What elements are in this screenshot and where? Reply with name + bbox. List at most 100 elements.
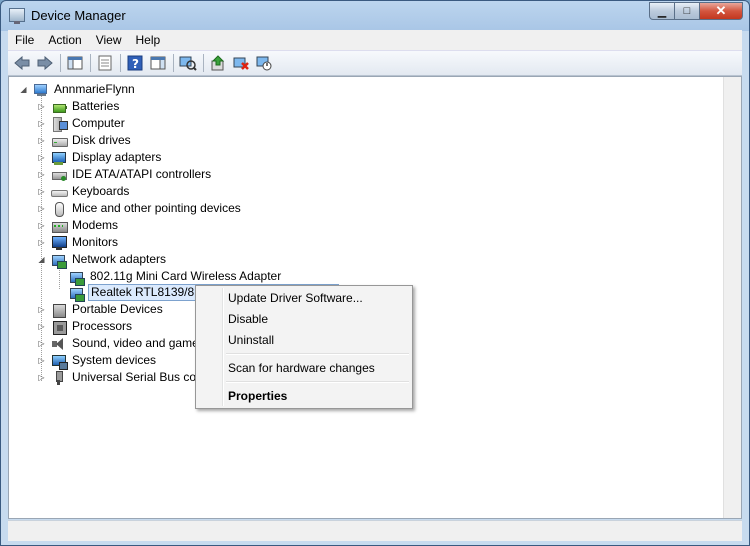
scan-hardware-button[interactable]	[178, 54, 198, 72]
menu-bar: File Action View Help	[8, 30, 742, 51]
tree-item-label: Computer	[72, 116, 125, 130]
close-button[interactable]: ✕	[700, 2, 743, 20]
system-device-icon	[51, 353, 68, 370]
expand-arrow-icon[interactable]: ▷	[37, 102, 46, 111]
menu-action[interactable]: Action	[41, 33, 88, 47]
toolbar: ?	[8, 51, 742, 76]
portable-device-icon	[51, 302, 67, 318]
usb-icon	[51, 370, 67, 386]
toolbar-separator	[120, 54, 121, 72]
tree-category[interactable]: ▷ Processors	[37, 318, 134, 335]
tree-item-label: Modems	[72, 218, 119, 232]
expand-arrow-icon[interactable]: ▷	[37, 204, 46, 213]
tree-category[interactable]: ▷ Modems	[37, 217, 120, 234]
tree-item-label: Monitors	[72, 235, 119, 249]
expand-arrow-icon[interactable]: ▷	[37, 170, 46, 179]
disable-menu-item[interactable]: Disable	[228, 309, 268, 329]
tree-category[interactable]: ▷ Keyboards	[37, 183, 131, 200]
tree-connector-line	[59, 265, 60, 289]
tree-category[interactable]: ▷ System devices	[37, 352, 158, 370]
expand-arrow-icon[interactable]: ▷	[37, 136, 46, 145]
uninstall-menu-item[interactable]: Uninstall	[228, 330, 274, 350]
caption-buttons: ▁ □ ✕	[649, 2, 743, 21]
menu-separator	[226, 353, 409, 355]
tree-category[interactable]: ◢ Network adapters	[37, 251, 168, 269]
tree-category[interactable]: ▷ Sound, video and game c	[37, 335, 210, 352]
show-hide-console-tree-icon	[67, 56, 83, 70]
scan-hardware-icon	[179, 56, 197, 71]
tree-category[interactable]: ▷ Portable Devices	[37, 301, 165, 318]
expand-arrow-icon[interactable]: ▷	[37, 373, 46, 382]
mouse-icon	[51, 201, 67, 217]
tree-category[interactable]: ▷ Monitors	[37, 234, 120, 251]
expand-arrow-icon[interactable]: ▷	[37, 221, 46, 230]
collapse-arrow-icon[interactable]: ◢	[19, 85, 28, 94]
tree-device[interactable]: 802.11g Mini Card Wireless Adapter	[69, 268, 283, 286]
toolbar-separator	[203, 54, 204, 72]
menu-help[interactable]: Help	[129, 33, 168, 47]
properties-button[interactable]	[95, 54, 115, 72]
expand-arrow-icon[interactable]: ▷	[37, 322, 46, 331]
tree-category[interactable]: ▷ Computer	[37, 115, 127, 132]
show-action-pane-icon	[150, 56, 166, 70]
tree-category[interactable]: ▷ IDE ATA/ATAPI controllers	[37, 166, 213, 183]
tree-item-label: AnnmarieFlynn	[54, 82, 135, 96]
device-manager-app-icon[interactable]	[9, 8, 25, 24]
window-title: Device Manager	[31, 8, 126, 23]
maximize-button[interactable]: □	[675, 2, 700, 20]
tree-item-label: 802.11g Mini Card Wireless Adapter	[90, 269, 282, 283]
context-menu: Update Driver Software... Disable Uninst…	[195, 285, 413, 409]
update-driver-icon	[211, 55, 225, 71]
svg-text:?: ?	[132, 57, 139, 71]
uninstall-button[interactable]	[231, 54, 251, 72]
display-adapter-icon	[51, 150, 67, 166]
forward-button[interactable]	[35, 54, 55, 72]
scan-for-hardware-changes-menu-item[interactable]: Scan for hardware changes	[228, 358, 375, 378]
expand-arrow-icon[interactable]: ▷	[37, 305, 46, 314]
toolbar-separator	[60, 54, 61, 72]
back-arrow-icon	[14, 56, 30, 70]
collapse-arrow-icon[interactable]: ◢	[37, 255, 46, 264]
help-icon: ?	[127, 55, 143, 71]
tree-category[interactable]: ▷ Disk drives	[37, 132, 133, 149]
expand-arrow-icon[interactable]: ▷	[37, 187, 46, 196]
menu-file[interactable]: File	[8, 33, 41, 47]
tree-category[interactable]: ▷ Universal Serial Bus contro	[37, 369, 219, 386]
disable-device-button[interactable]	[254, 54, 274, 72]
forward-arrow-icon	[37, 56, 53, 70]
monitor-icon	[51, 235, 67, 251]
update-driver-software-menu-item[interactable]: Update Driver Software...	[228, 288, 363, 308]
network-adapter-icon	[69, 285, 85, 302]
show-action-pane-button[interactable]	[148, 54, 168, 72]
tree-item-label: Network adapters	[72, 252, 167, 266]
vertical-scrollbar[interactable]	[723, 77, 741, 518]
minimize-button[interactable]: ▁	[649, 2, 675, 20]
tree-category[interactable]: ▷ Mice and other pointing devices	[37, 200, 243, 217]
update-driver-button[interactable]	[208, 54, 228, 72]
maximize-icon: □	[683, 5, 691, 17]
expand-arrow-icon[interactable]: ▷	[37, 356, 46, 365]
disk-drive-icon	[51, 133, 68, 149]
title-bar[interactable]: Device Manager ▁ □ ✕	[1, 1, 749, 30]
tree-item-label: Display adapters	[72, 150, 162, 164]
menu-view[interactable]: View	[89, 33, 129, 47]
close-icon: ✕	[715, 3, 727, 18]
tree-item-label: Keyboards	[72, 184, 130, 198]
expand-arrow-icon[interactable]: ▷	[37, 339, 46, 348]
modem-icon	[51, 218, 68, 234]
back-button[interactable]	[12, 54, 32, 72]
properties-icon	[98, 55, 112, 71]
expand-arrow-icon[interactable]: ▷	[37, 238, 46, 247]
status-bar	[8, 520, 742, 541]
toolbar-separator	[90, 54, 91, 72]
disable-device-icon	[256, 56, 272, 71]
expand-arrow-icon[interactable]: ▷	[37, 119, 46, 128]
expand-arrow-icon[interactable]: ▷	[37, 153, 46, 162]
properties-menu-item[interactable]: Properties	[228, 386, 287, 406]
help-button[interactable]: ?	[125, 54, 145, 72]
network-adapter-icon	[51, 252, 67, 269]
tree-category[interactable]: ▷ Batteries	[37, 98, 121, 115]
tree-root[interactable]: ◢ AnnmarieFlynn	[19, 81, 137, 98]
show-hide-console-tree-button[interactable]	[65, 54, 85, 72]
tree-category[interactable]: ▷ Display adapters	[37, 149, 163, 166]
